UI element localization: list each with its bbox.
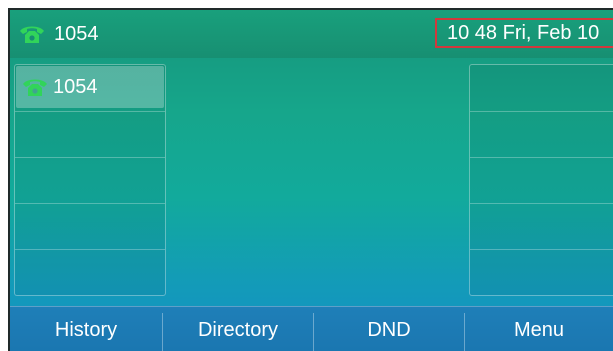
softkey-menu[interactable]: Menu (465, 307, 613, 351)
line-key[interactable] (470, 204, 613, 250)
line-key-label: 1054 (53, 75, 98, 98)
line-key[interactable] (15, 158, 165, 204)
softkey-history[interactable]: History (10, 307, 162, 351)
left-line-keys: 1054 (14, 64, 166, 296)
phone-icon (20, 26, 44, 43)
line-key[interactable]: 1054 (15, 65, 165, 111)
line-key[interactable] (15, 250, 165, 296)
line-key[interactable] (470, 158, 613, 204)
clock-display: 10 48 Fri, Feb 10 (435, 18, 613, 48)
line-key-1054[interactable]: 1054 (16, 66, 164, 108)
status-account-label: 1054 (54, 22, 99, 45)
line-key[interactable] (15, 112, 165, 158)
line-key[interactable] (15, 204, 165, 250)
phone-icon (23, 79, 47, 96)
phone-screen: 1054 10 48 Fri, Feb 10 1054 History Dire… (8, 8, 613, 351)
line-key[interactable] (470, 112, 613, 158)
clock-text: 10 48 Fri, Feb 10 (447, 21, 600, 44)
status-bar: 1054 10 48 Fri, Feb 10 (10, 10, 613, 58)
status-account: 1054 (18, 20, 99, 48)
softkey-bar: History Directory DND Menu (10, 306, 613, 351)
softkey-dnd[interactable]: DND (314, 307, 464, 351)
right-line-keys (469, 64, 613, 296)
line-key[interactable] (470, 250, 613, 296)
softkey-directory[interactable]: Directory (163, 307, 313, 351)
line-key[interactable] (470, 65, 613, 111)
